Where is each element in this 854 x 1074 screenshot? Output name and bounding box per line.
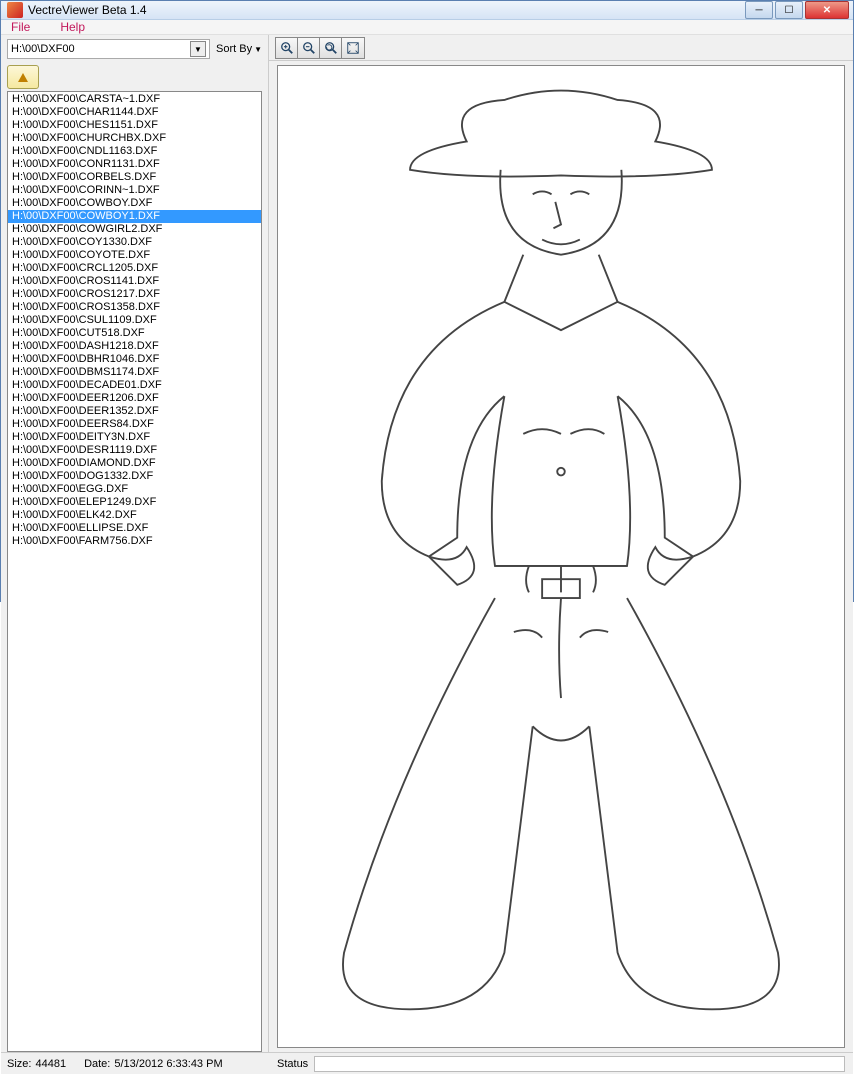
- list-item[interactable]: H:\00\DXF00\COWGIRL2.DXF: [8, 223, 261, 236]
- list-item[interactable]: H:\00\DXF00\COWBOY1.DXF: [8, 210, 261, 223]
- status-right: Status: [269, 1052, 853, 1074]
- path-input[interactable]: [11, 43, 190, 55]
- path-combobox[interactable]: ▼: [7, 39, 210, 59]
- list-item[interactable]: H:\00\DXF00\CUT518.DXF: [8, 327, 261, 340]
- list-item[interactable]: H:\00\DXF00\CONR1131.DXF: [8, 158, 261, 171]
- list-item[interactable]: H:\00\DXF00\FARM756.DXF: [8, 535, 261, 548]
- chevron-down-icon: ▼: [254, 45, 262, 54]
- status-left: Size: 44481 Date: 5/13/2012 6:33:43 PM: [1, 1052, 269, 1074]
- list-item[interactable]: H:\00\DXF00\CHAR1144.DXF: [8, 106, 261, 119]
- fit-extents-button[interactable]: [342, 38, 364, 58]
- list-item[interactable]: H:\00\DXF00\COY1330.DXF: [8, 236, 261, 249]
- list-item[interactable]: H:\00\DXF00\DIAMOND.DXF: [8, 457, 261, 470]
- status-value-box: [314, 1056, 845, 1072]
- fit-extents-icon: [346, 41, 360, 55]
- zoom-tool-group: [275, 37, 365, 59]
- list-item[interactable]: H:\00\DXF00\DEER1206.DXF: [8, 392, 261, 405]
- path-row: ▼ Sort By ▼: [1, 35, 268, 63]
- arrow-up-icon: [18, 73, 28, 82]
- app-window: VectreViewer Beta 1.4 ─ ☐ ✕ File Help ▼ …: [0, 0, 854, 602]
- list-item[interactable]: H:\00\DXF00\COWBOY.DXF: [8, 197, 261, 210]
- maximize-button[interactable]: ☐: [775, 1, 803, 19]
- list-item[interactable]: H:\00\DXF00\CROS1141.DXF: [8, 275, 261, 288]
- file-list[interactable]: H:\00\DXF00\CARSTA~1.DXFH:\00\DXF00\CHAR…: [7, 91, 262, 1052]
- path-dropdown-button[interactable]: ▼: [190, 41, 206, 57]
- list-item[interactable]: H:\00\DXF00\DESR1119.DXF: [8, 444, 261, 457]
- list-item[interactable]: H:\00\DXF00\CRCL1205.DXF: [8, 262, 261, 275]
- cowboy-drawing: [278, 66, 844, 1047]
- list-item[interactable]: H:\00\DXF00\CHURCHBX.DXF: [8, 132, 261, 145]
- zoom-reset-button[interactable]: [320, 38, 342, 58]
- statusbar: Size: 44481 Date: 5/13/2012 6:33:43 PM S…: [1, 1052, 853, 1074]
- zoom-out-icon: [302, 41, 316, 55]
- list-item[interactable]: H:\00\DXF00\CARSTA~1.DXF: [8, 93, 261, 106]
- titlebar[interactable]: VectreViewer Beta 1.4 ─ ☐ ✕: [1, 1, 853, 20]
- list-item[interactable]: H:\00\DXF00\CROS1358.DXF: [8, 301, 261, 314]
- zoom-in-icon: [280, 41, 294, 55]
- size-label: Size:: [7, 1058, 31, 1070]
- menubar: File Help: [1, 20, 853, 35]
- list-item[interactable]: H:\00\DXF00\DBHR1046.DXF: [8, 353, 261, 366]
- list-item[interactable]: H:\00\DXF00\DOG1332.DXF: [8, 470, 261, 483]
- list-item[interactable]: H:\00\DXF00\ELK42.DXF: [8, 509, 261, 522]
- zoom-out-button[interactable]: [298, 38, 320, 58]
- right-panel: [269, 35, 853, 1052]
- sortby-control[interactable]: Sort By ▼: [216, 43, 262, 55]
- list-item[interactable]: H:\00\DXF00\CNDL1163.DXF: [8, 145, 261, 158]
- list-item[interactable]: H:\00\DXF00\DEER1352.DXF: [8, 405, 261, 418]
- list-item[interactable]: H:\00\DXF00\DEITY3N.DXF: [8, 431, 261, 444]
- date-value: 5/13/2012 6:33:43 PM: [114, 1058, 222, 1070]
- window-title: VectreViewer Beta 1.4: [28, 3, 745, 17]
- list-item[interactable]: H:\00\DXF00\COYOTE.DXF: [8, 249, 261, 262]
- left-panel: ▼ Sort By ▼ H:\00\DXF00\CARSTA~1.DXFH:\0…: [1, 35, 269, 1052]
- menu-file[interactable]: File: [11, 20, 30, 34]
- close-button[interactable]: ✕: [805, 1, 849, 19]
- zoom-in-button[interactable]: [276, 38, 298, 58]
- list-item[interactable]: H:\00\DXF00\DEERS84.DXF: [8, 418, 261, 431]
- size-value: 44481: [35, 1058, 66, 1070]
- list-item[interactable]: H:\00\DXF00\DASH1218.DXF: [8, 340, 261, 353]
- status-text-label: Status: [277, 1058, 308, 1070]
- body-area: ▼ Sort By ▼ H:\00\DXF00\CARSTA~1.DXFH:\0…: [1, 35, 853, 1052]
- list-item[interactable]: H:\00\DXF00\CROS1217.DXF: [8, 288, 261, 301]
- minimize-button[interactable]: ─: [745, 1, 773, 19]
- up-folder-button[interactable]: [7, 65, 39, 89]
- list-item[interactable]: H:\00\DXF00\DBMS1174.DXF: [8, 366, 261, 379]
- list-item[interactable]: H:\00\DXF00\ELEP1249.DXF: [8, 496, 261, 509]
- window-controls: ─ ☐ ✕: [745, 1, 849, 19]
- list-item[interactable]: H:\00\DXF00\EGG.DXF: [8, 483, 261, 496]
- list-item[interactable]: H:\00\DXF00\ELLIPSE.DXF: [8, 522, 261, 535]
- list-item[interactable]: H:\00\DXF00\CSUL1109.DXF: [8, 314, 261, 327]
- date-label: Date:: [84, 1058, 110, 1070]
- app-icon: [7, 2, 23, 18]
- list-item[interactable]: H:\00\DXF00\CHES1151.DXF: [8, 119, 261, 132]
- menu-help[interactable]: Help: [60, 20, 85, 34]
- list-item[interactable]: H:\00\DXF00\DECADE01.DXF: [8, 379, 261, 392]
- list-item[interactable]: H:\00\DXF00\CORINN~1.DXF: [8, 184, 261, 197]
- sortby-label: Sort By: [216, 43, 252, 55]
- preview-canvas[interactable]: [277, 65, 845, 1048]
- zoom-reset-icon: [324, 41, 338, 55]
- view-toolbar: [269, 35, 853, 61]
- list-item[interactable]: H:\00\DXF00\CORBELS.DXF: [8, 171, 261, 184]
